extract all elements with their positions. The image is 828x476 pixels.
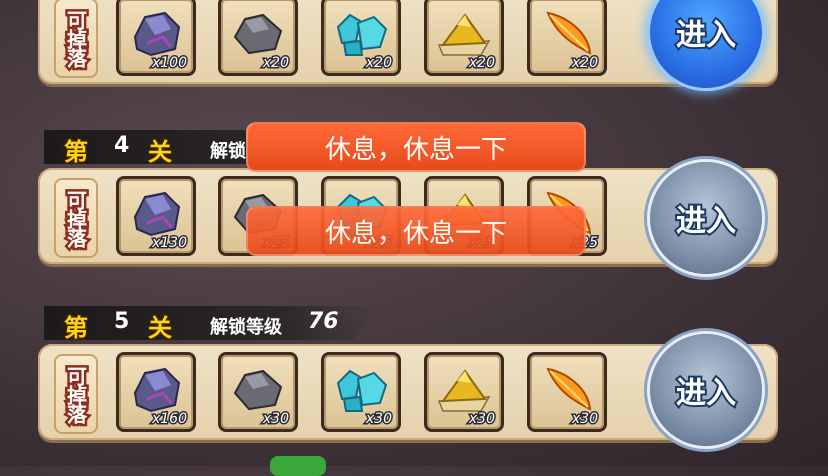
stage-panel-3: 可掉落 x100 x20 x20 x20 x20 进入	[38, 0, 778, 88]
dark-ore-icon	[133, 11, 181, 57]
gray-stone-icon	[233, 13, 283, 55]
blue-crystal-icon	[336, 369, 388, 412]
toast-message: 休息，休息一下	[246, 206, 586, 256]
gold-sand-icon	[437, 369, 491, 412]
item-slot-dark-ore[interactable]: x100	[116, 0, 196, 76]
item-slot-feather[interactable]: x30	[527, 352, 607, 432]
item-slot-blue-crystal[interactable]: x20	[321, 0, 401, 76]
item-slot-gray-stone[interactable]: x20	[218, 0, 298, 76]
item-slot-gold-sand[interactable]: x30	[424, 352, 504, 432]
item-slot-dark-ore[interactable]: x160	[116, 352, 196, 432]
gold-sand-icon	[437, 13, 491, 56]
drop-tag: 可掉落	[54, 354, 98, 434]
blue-crystal-icon	[336, 13, 388, 56]
stage-panel-5: 可掉落 x160 x30 x30 x30 x30 进入	[38, 334, 778, 446]
item-slot-gray-stone[interactable]: x30	[218, 352, 298, 432]
gray-stone-icon	[233, 369, 283, 411]
item-slot-dark-ore[interactable]: x130	[116, 176, 196, 256]
feather-icon	[546, 367, 592, 411]
dark-ore-icon	[133, 367, 181, 413]
drop-tag: 可掉落	[54, 0, 98, 78]
item-slot-gold-sand[interactable]: x20	[424, 0, 504, 76]
feather-icon	[546, 11, 592, 55]
toast-message: 休息，休息一下	[246, 122, 586, 172]
stage-header-5: 第 5 关 解锁等级 76	[44, 306, 374, 340]
item-slot-blue-crystal[interactable]: x30	[321, 352, 401, 432]
enter-button-stage-3[interactable]: 进入	[650, 0, 762, 88]
enter-button-stage-4[interactable]: 进入	[650, 162, 762, 274]
bottom-button[interactable]	[270, 456, 326, 476]
drop-tag: 可掉落	[54, 178, 98, 258]
item-slot-feather[interactable]: x20	[527, 0, 607, 76]
dark-ore-icon	[133, 191, 181, 237]
enter-button-stage-5[interactable]: 进入	[650, 334, 762, 446]
